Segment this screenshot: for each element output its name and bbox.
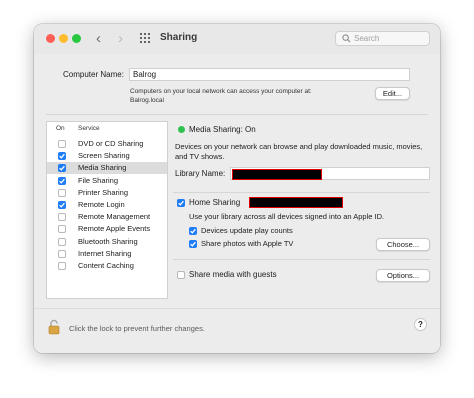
service-row[interactable]: Content Caching bbox=[47, 260, 167, 272]
column-on: On bbox=[56, 125, 65, 132]
divider bbox=[46, 114, 428, 115]
service-checkbox[interactable] bbox=[58, 201, 66, 209]
devices-update-label: Devices update play counts bbox=[201, 226, 293, 235]
service-checkbox[interactable] bbox=[58, 152, 66, 161]
lock-message: Click the lock to prevent further change… bbox=[69, 324, 205, 333]
close-window-button[interactable] bbox=[46, 34, 55, 43]
options-button[interactable]: Options... bbox=[376, 269, 430, 282]
service-checkbox[interactable] bbox=[58, 262, 66, 270]
service-checkbox[interactable] bbox=[58, 225, 66, 234]
service-row[interactable]: Media Sharing bbox=[47, 162, 167, 175]
media-sharing-description: Devices on your network can browse and p… bbox=[175, 142, 423, 161]
title-bar: ‹ › Sharing Search bbox=[34, 24, 440, 54]
home-sharing-checkbox[interactable] bbox=[177, 199, 185, 207]
service-label: Remote Apple Events bbox=[78, 224, 151, 234]
forward-icon[interactable]: › bbox=[118, 31, 123, 46]
service-checkbox[interactable] bbox=[58, 176, 66, 185]
divider bbox=[173, 192, 430, 193]
service-label: Remote Login bbox=[78, 200, 125, 209]
search-field[interactable]: Search bbox=[335, 31, 430, 46]
service-checkbox[interactable] bbox=[58, 188, 66, 197]
service-row[interactable]: Remote Login bbox=[47, 199, 167, 211]
lock-icon[interactable] bbox=[47, 319, 61, 335]
service-label: Remote Management bbox=[78, 212, 151, 222]
preferences-window: ‹ › Sharing Search Computer Name: Balrog… bbox=[34, 24, 440, 353]
show-all-grid-icon[interactable] bbox=[140, 33, 152, 45]
service-checkbox[interactable] bbox=[58, 213, 66, 222]
help-button[interactable]: ? bbox=[414, 318, 427, 331]
service-row[interactable]: Bluetooth Sharing bbox=[47, 236, 167, 248]
home-sharing-description: Use your library across all devices sign… bbox=[189, 212, 385, 221]
home-sharing-label: Home Sharing bbox=[189, 198, 241, 207]
service-row[interactable]: Internet Sharing bbox=[47, 248, 167, 260]
service-label: DVD or CD Sharing bbox=[78, 139, 144, 148]
back-icon[interactable]: ‹ bbox=[96, 31, 101, 46]
search-placeholder: Search bbox=[354, 34, 380, 43]
choose-button[interactable]: Choose... bbox=[376, 238, 430, 251]
window-title: Sharing bbox=[160, 32, 198, 43]
service-label: Media Sharing bbox=[78, 163, 127, 173]
divider bbox=[173, 259, 430, 260]
computer-name-description: Computers on your local network can acce… bbox=[130, 88, 312, 95]
service-label: Internet Sharing bbox=[78, 248, 132, 258]
computer-address: Balrog.local bbox=[130, 97, 164, 104]
share-photos-checkbox[interactable] bbox=[189, 240, 197, 248]
library-name-label: Library Name: bbox=[175, 169, 226, 178]
service-row[interactable]: Remote Management bbox=[47, 211, 167, 223]
service-row[interactable]: DVD or CD Sharing bbox=[47, 138, 167, 150]
service-label: Screen Sharing bbox=[78, 151, 130, 161]
column-service: Service bbox=[78, 125, 100, 132]
share-photos-label: Share photos with Apple TV bbox=[201, 239, 294, 248]
computer-name-label: Computer Name: bbox=[63, 70, 124, 79]
service-label: File Sharing bbox=[78, 175, 119, 185]
service-label: Printer Sharing bbox=[78, 187, 129, 197]
service-row[interactable]: File Sharing bbox=[47, 175, 167, 187]
service-row[interactable]: Screen Sharing bbox=[47, 150, 167, 162]
share-guests-checkbox[interactable] bbox=[177, 271, 185, 279]
services-list: On Service DVD or CD Sharing Screen Shari… bbox=[46, 121, 168, 299]
minimize-window-button[interactable] bbox=[59, 34, 68, 43]
share-guests-label: Share media with guests bbox=[189, 270, 277, 279]
service-checkbox[interactable] bbox=[58, 140, 66, 148]
media-sharing-status: Media Sharing: On bbox=[189, 125, 256, 134]
devices-update-checkbox[interactable] bbox=[189, 227, 197, 235]
redacted-apple-id bbox=[249, 197, 343, 208]
service-label: Content Caching bbox=[78, 261, 134, 270]
computer-name-value: Balrog bbox=[133, 70, 157, 79]
service-row[interactable]: Printer Sharing bbox=[47, 187, 167, 199]
service-row[interactable]: Remote Apple Events bbox=[47, 223, 167, 235]
service-checkbox[interactable] bbox=[58, 164, 66, 173]
services-header: On Service bbox=[47, 122, 167, 134]
computer-name-field[interactable]: Balrog bbox=[129, 68, 410, 81]
edit-button[interactable]: Edit... bbox=[375, 87, 410, 100]
service-checkbox[interactable] bbox=[58, 237, 66, 246]
redacted-library-name bbox=[232, 169, 322, 180]
service-checkbox[interactable] bbox=[58, 249, 66, 258]
service-label: Bluetooth Sharing bbox=[78, 236, 138, 246]
status-indicator-icon bbox=[178, 126, 185, 133]
library-name-field[interactable] bbox=[230, 167, 430, 180]
search-icon bbox=[342, 34, 351, 43]
footer-divider bbox=[34, 308, 440, 309]
zoom-window-button[interactable] bbox=[72, 34, 81, 43]
